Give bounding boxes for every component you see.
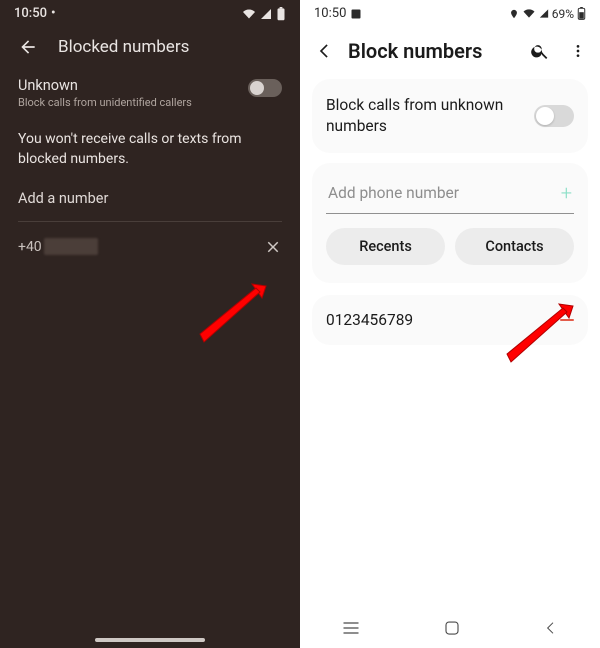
phone-input-placeholder: Add phone number	[328, 184, 561, 202]
page-header: Blocked numbers	[0, 25, 300, 71]
status-dot: •	[51, 6, 56, 21]
battery-pct: 69%	[552, 7, 574, 21]
unknown-sub: Block calls from unidentified callers	[18, 96, 192, 109]
blocked-number-text: +40 0	[18, 239, 91, 255]
wifi-icon	[522, 8, 536, 19]
status-time: 10:50	[14, 6, 47, 21]
home-indicator[interactable]	[95, 638, 205, 642]
back-nav-icon[interactable]	[543, 620, 559, 636]
contacts-button[interactable]: Contacts	[455, 228, 574, 265]
pointer-arrow	[190, 280, 280, 354]
redacted-overlay	[44, 238, 98, 255]
add-number-button[interactable]: Add a number	[0, 186, 300, 217]
image-icon	[350, 8, 362, 20]
add-number-card: Add phone number + Recents Contacts	[312, 163, 588, 283]
unknown-callers-row[interactable]: Unknown Block calls from unidentified ca…	[0, 71, 300, 119]
unknown-label: Block calls from unknown numbers	[326, 95, 516, 137]
back-icon[interactable]	[314, 41, 334, 61]
recents-nav-icon[interactable]	[341, 620, 361, 636]
signal-icon	[260, 8, 272, 20]
status-time: 10:50	[314, 6, 346, 21]
remove-number-icon[interactable]	[560, 319, 574, 321]
page-title: Block numbers	[348, 39, 516, 63]
phone-input[interactable]: Add phone number +	[326, 179, 574, 214]
remove-number-icon[interactable]	[264, 238, 282, 256]
back-icon[interactable]	[18, 37, 38, 57]
info-note: You won't receive calls or texts from bl…	[0, 119, 300, 186]
location-icon	[509, 8, 519, 20]
blocked-number-row: +40 0	[0, 222, 300, 264]
status-icons: 69%	[509, 7, 586, 21]
home-nav-icon[interactable]	[443, 619, 461, 637]
more-icon[interactable]	[570, 41, 586, 61]
right-phone: 10:50 69% Block numbers Block calls from…	[300, 0, 600, 648]
unknown-toggle[interactable]	[248, 79, 282, 97]
battery-icon	[276, 7, 286, 21]
left-phone: 10:50 • Blocked numbers Unknown Block ca…	[0, 0, 300, 648]
nav-bar	[300, 608, 600, 648]
status-bar: 10:50 69%	[300, 0, 600, 25]
unknown-toggle[interactable]	[534, 105, 574, 127]
wifi-icon	[242, 8, 256, 20]
add-icon[interactable]: +	[561, 181, 572, 205]
search-icon[interactable]	[530, 41, 550, 61]
unknown-callers-card[interactable]: Block calls from unknown numbers	[312, 79, 588, 153]
recents-button[interactable]: Recents	[326, 228, 445, 265]
page-title: Blocked numbers	[58, 37, 189, 57]
unknown-label: Unknown	[18, 77, 192, 94]
blocked-number-text: 0123456789	[326, 311, 413, 329]
status-bar: 10:50 •	[0, 0, 300, 25]
battery-icon	[577, 7, 586, 20]
signal-icon	[539, 8, 549, 19]
blocked-number-row: 0123456789	[312, 295, 588, 345]
status-icons	[242, 7, 286, 21]
page-header: Block numbers	[300, 25, 600, 79]
